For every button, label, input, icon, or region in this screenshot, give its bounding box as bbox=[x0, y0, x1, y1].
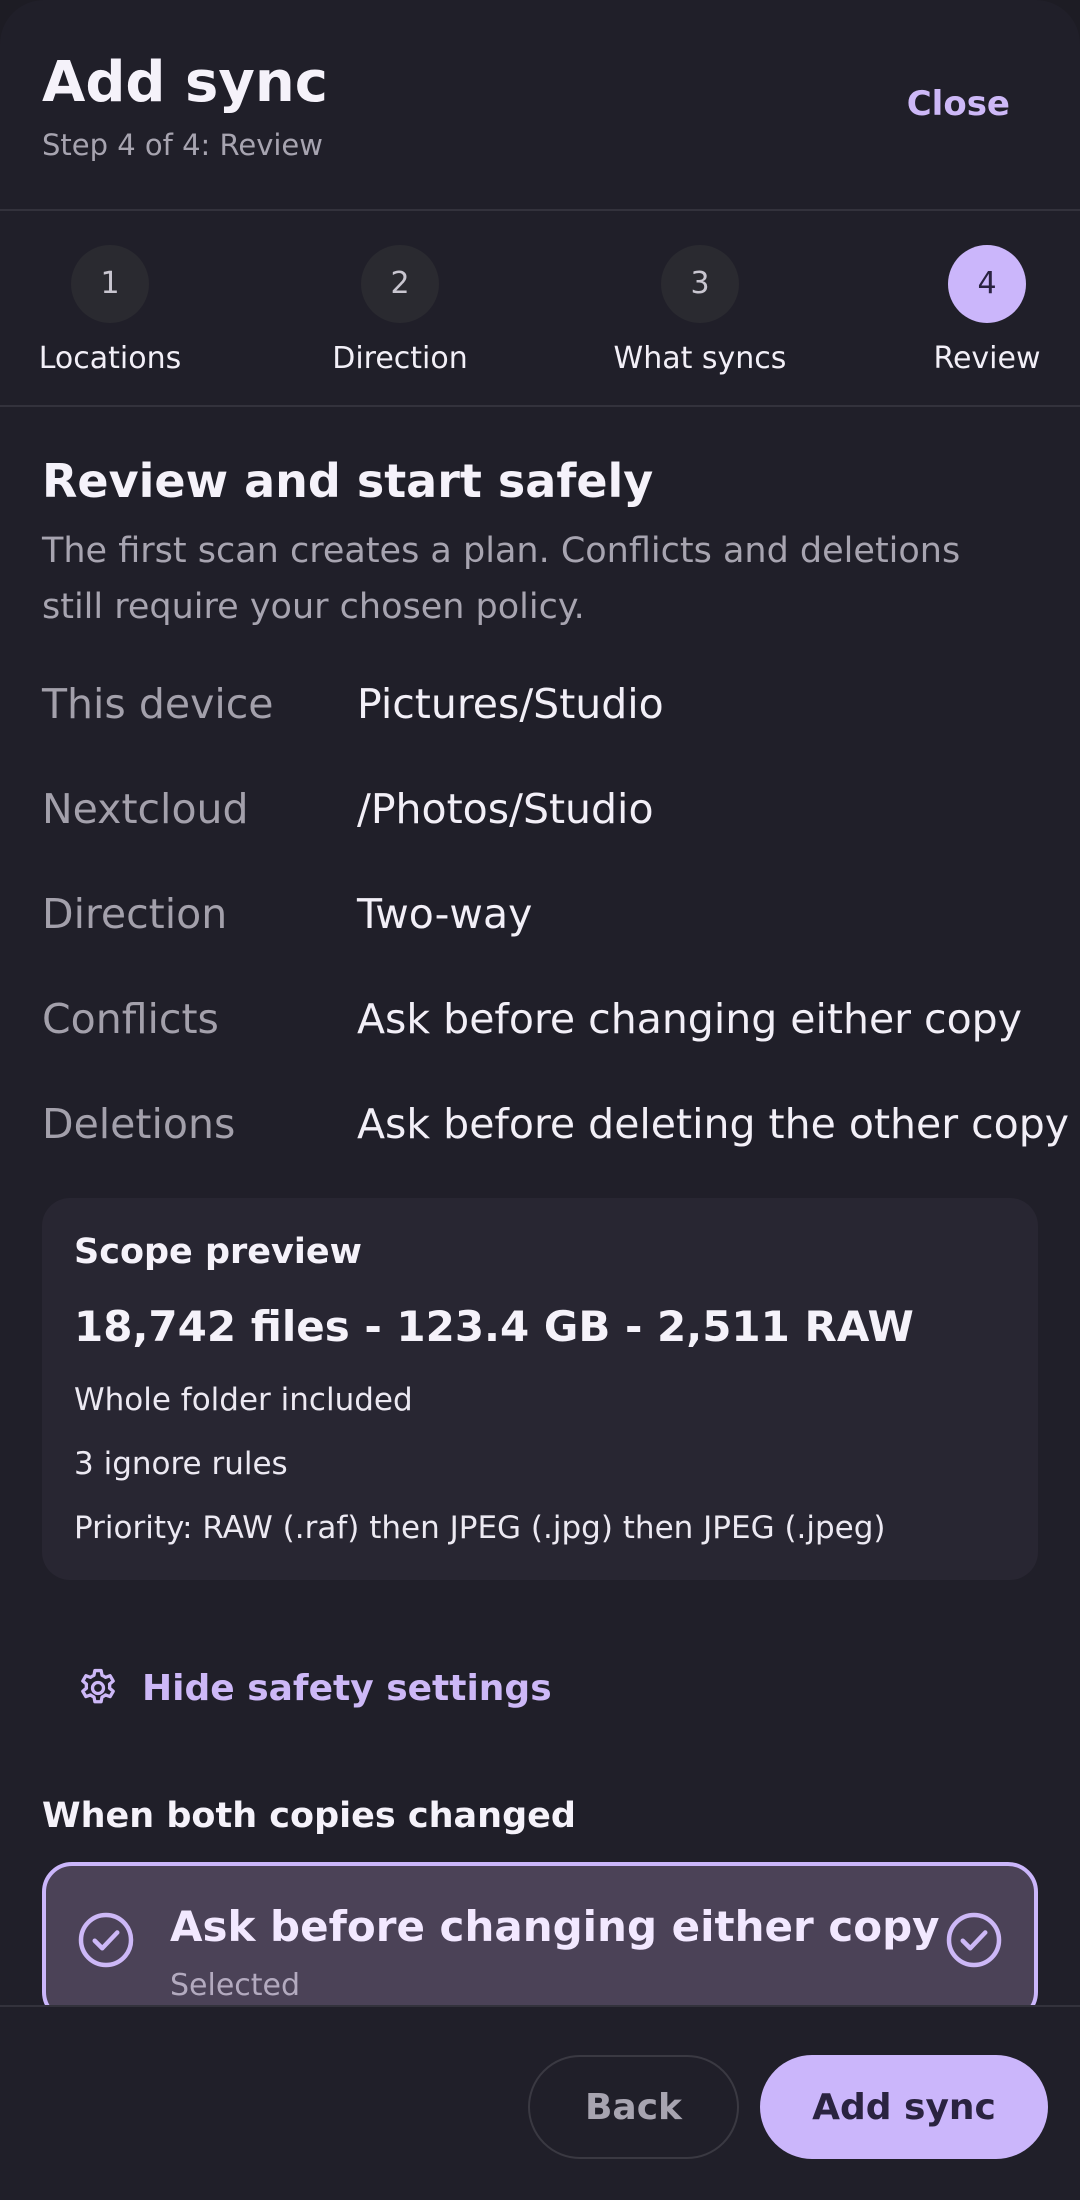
scope-line: Priority: RAW (.raf) then JPEG (.jpg) th… bbox=[74, 1510, 886, 1546]
summary-value: Two-way bbox=[357, 890, 533, 938]
summary-key: Deletions bbox=[42, 1100, 236, 1148]
summary-value: Ask before deleting the other copy bbox=[357, 1100, 1070, 1148]
step-label: Review bbox=[933, 341, 1041, 376]
conflict-policy-heading: When both copies changed bbox=[42, 1796, 576, 1836]
add-sync-button[interactable]: Add sync bbox=[760, 2055, 1048, 2159]
step-what-syncs[interactable]: 3 What syncs bbox=[600, 245, 800, 376]
review-title: Review and start safely bbox=[42, 454, 654, 508]
step-direction[interactable]: 2 Direction bbox=[320, 245, 480, 376]
check-circle-icon bbox=[78, 1912, 134, 1968]
back-button[interactable]: Back bbox=[528, 2055, 739, 2159]
step-label: Locations bbox=[38, 341, 182, 376]
sheet-header: Add sync Step 4 of 4: Review Close bbox=[0, 0, 1080, 211]
add-sync-sheet: Add sync Step 4 of 4: Review Close 1 Loc… bbox=[0, 0, 1080, 2200]
hide-safety-settings-label: Hide safety settings bbox=[142, 1667, 552, 1709]
review-description: The first scan creates a plan. Conflicts… bbox=[42, 531, 961, 627]
hide-safety-settings-button[interactable]: Hide safety settings bbox=[76, 1660, 552, 1716]
summary-value: Pictures/Studio bbox=[357, 680, 664, 728]
page-title: Add sync bbox=[42, 50, 328, 115]
summary-key: Conflicts bbox=[42, 995, 219, 1043]
step-subtitle: Step 4 of 4: Review bbox=[42, 128, 323, 162]
footer-actions: Back Add sync bbox=[0, 2005, 1080, 2200]
step-number: 3 bbox=[661, 245, 739, 323]
gear-icon bbox=[81, 1668, 115, 1704]
summary-key: Direction bbox=[42, 890, 228, 938]
summary-value: /Photos/Studio bbox=[357, 785, 654, 833]
scope-line: Whole folder included bbox=[74, 1382, 413, 1418]
scope-preview-card: Scope preview 18,742 files - 123.4 GB - … bbox=[42, 1198, 1038, 1580]
scope-stats: 18,742 files - 123.4 GB - 2,511 RAW bbox=[74, 1302, 914, 1351]
step-number: 1 bbox=[71, 245, 149, 323]
selected-check-icon bbox=[946, 1912, 1002, 1968]
scope-line: 3 ignore rules bbox=[74, 1446, 288, 1482]
policy-option-ask-before-changing[interactable]: Ask before changing either copy Selected bbox=[42, 1862, 1038, 2022]
stepper: 1 Locations 2 Direction 3 What syncs 4 R… bbox=[0, 213, 1080, 407]
step-label: Direction bbox=[332, 341, 468, 376]
step-review[interactable]: 4 Review bbox=[917, 245, 1057, 376]
step-number: 4 bbox=[948, 245, 1026, 323]
close-button[interactable]: Close bbox=[907, 84, 1010, 124]
step-locations[interactable]: 1 Locations bbox=[30, 245, 190, 376]
summary-key: Nextcloud bbox=[42, 785, 249, 833]
policy-option-status: Selected bbox=[170, 1968, 301, 2003]
summary-key: This device bbox=[42, 680, 274, 728]
step-number: 2 bbox=[361, 245, 439, 323]
summary-value: Ask before changing either copy bbox=[357, 995, 1022, 1043]
policy-option-title: Ask before changing either copy bbox=[170, 1902, 940, 1951]
step-label: What syncs bbox=[613, 341, 787, 376]
scope-title: Scope preview bbox=[74, 1232, 362, 1272]
